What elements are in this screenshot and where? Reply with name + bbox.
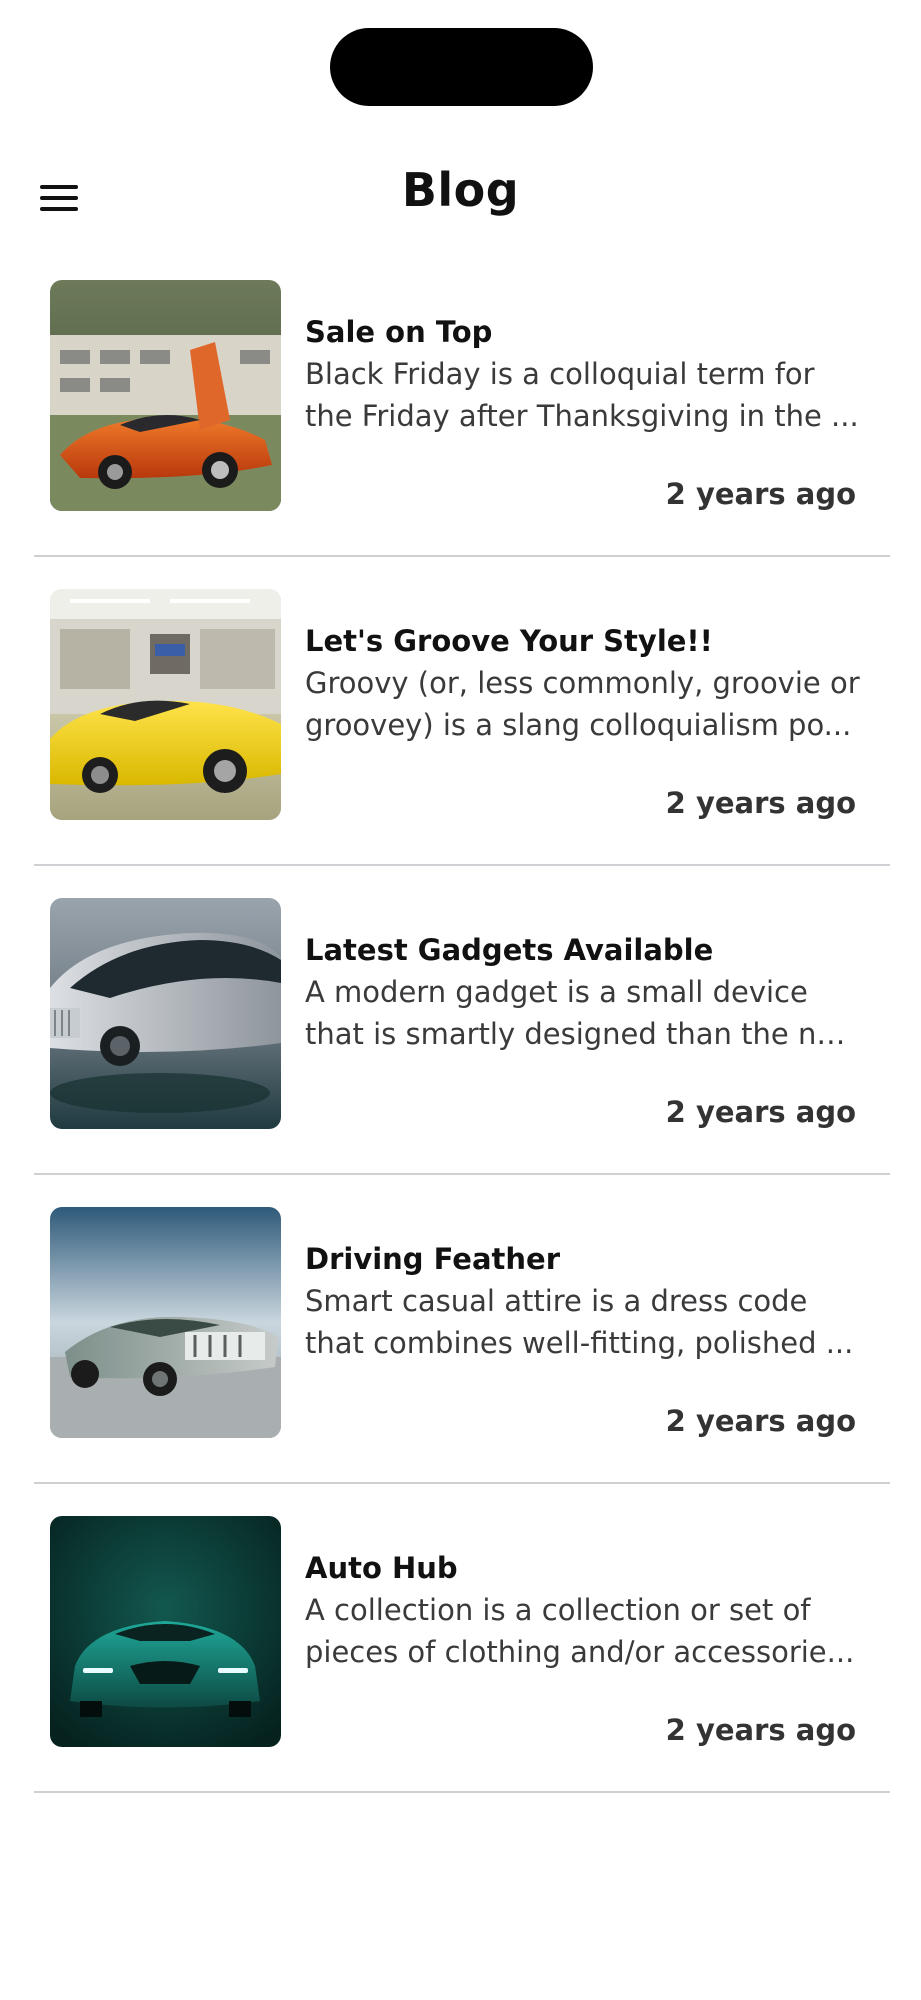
car-image (50, 1207, 281, 1438)
post-timestamp: 2 years ago (665, 1404, 856, 1438)
post-excerpt: A collection is a collection or set of p… (305, 1589, 860, 1673)
blog-post-item[interactable]: Latest Gadgets Available A modern gadget… (34, 866, 890, 1175)
post-thumbnail (50, 1516, 281, 1747)
post-thumbnail (50, 280, 281, 511)
post-thumbnail (50, 898, 281, 1129)
post-timestamp: 2 years ago (665, 477, 856, 511)
post-title[interactable]: Let's Groove Your Style!! (305, 623, 713, 659)
car-image (50, 898, 281, 1129)
car-image (50, 280, 281, 511)
post-timestamp: 2 years ago (665, 786, 856, 820)
post-timestamp: 2 years ago (665, 1095, 856, 1129)
camera-notch (330, 28, 593, 106)
blog-post-item[interactable]: Auto Hub A collection is a collection or… (34, 1484, 890, 1793)
post-title[interactable]: Latest Gadgets Available (305, 932, 713, 968)
blog-post-item[interactable]: Let's Groove Your Style!! Groovy (or, le… (34, 557, 890, 866)
post-excerpt-line: Black Friday is a colloquial term for (305, 357, 815, 391)
blog-post-item[interactable]: Driving Feather Smart casual attire is a… (34, 1175, 890, 1484)
car-image (50, 589, 281, 820)
post-thumbnail (50, 1207, 281, 1438)
post-title[interactable]: Sale on Top (305, 314, 492, 350)
car-image (50, 1516, 281, 1747)
app-header: Blog (0, 150, 921, 230)
post-excerpt: A modern gadget is a small device that i… (305, 971, 860, 1055)
post-excerpt-line: A collection is a collection or set of (305, 1593, 811, 1627)
post-excerpt-line: the Friday after Thanksgiving in the ... (305, 399, 859, 433)
post-excerpt-line: Groovy (or, less commonly, groovie or (305, 666, 860, 700)
post-excerpt-line: that combines well-fitting, polished ... (305, 1326, 854, 1360)
blog-post-list: Sale on Top Black Friday is a colloquial… (34, 248, 890, 1793)
post-excerpt: Groovy (or, less commonly, groovie or gr… (305, 662, 860, 746)
post-title[interactable]: Driving Feather (305, 1241, 560, 1277)
page-title: Blog (401, 163, 520, 217)
post-excerpt-line: pieces of clothing and/or accessorie... (305, 1635, 855, 1669)
post-title[interactable]: Auto Hub (305, 1550, 458, 1586)
post-excerpt-line: groovey) is a slang colloquialism po... (305, 708, 852, 742)
post-excerpt-line: that is smartly designed than the no... (305, 1017, 860, 1051)
post-timestamp: 2 years ago (665, 1713, 856, 1747)
post-excerpt-line: Smart casual attire is a dress code (305, 1284, 808, 1318)
post-excerpt-line: A modern gadget is a small device (305, 975, 808, 1009)
post-excerpt: Black Friday is a colloquial term for th… (305, 353, 860, 437)
blog-post-item[interactable]: Sale on Top Black Friday is a colloquial… (34, 248, 890, 557)
post-thumbnail (50, 589, 281, 820)
post-excerpt: Smart casual attire is a dress code that… (305, 1280, 860, 1364)
